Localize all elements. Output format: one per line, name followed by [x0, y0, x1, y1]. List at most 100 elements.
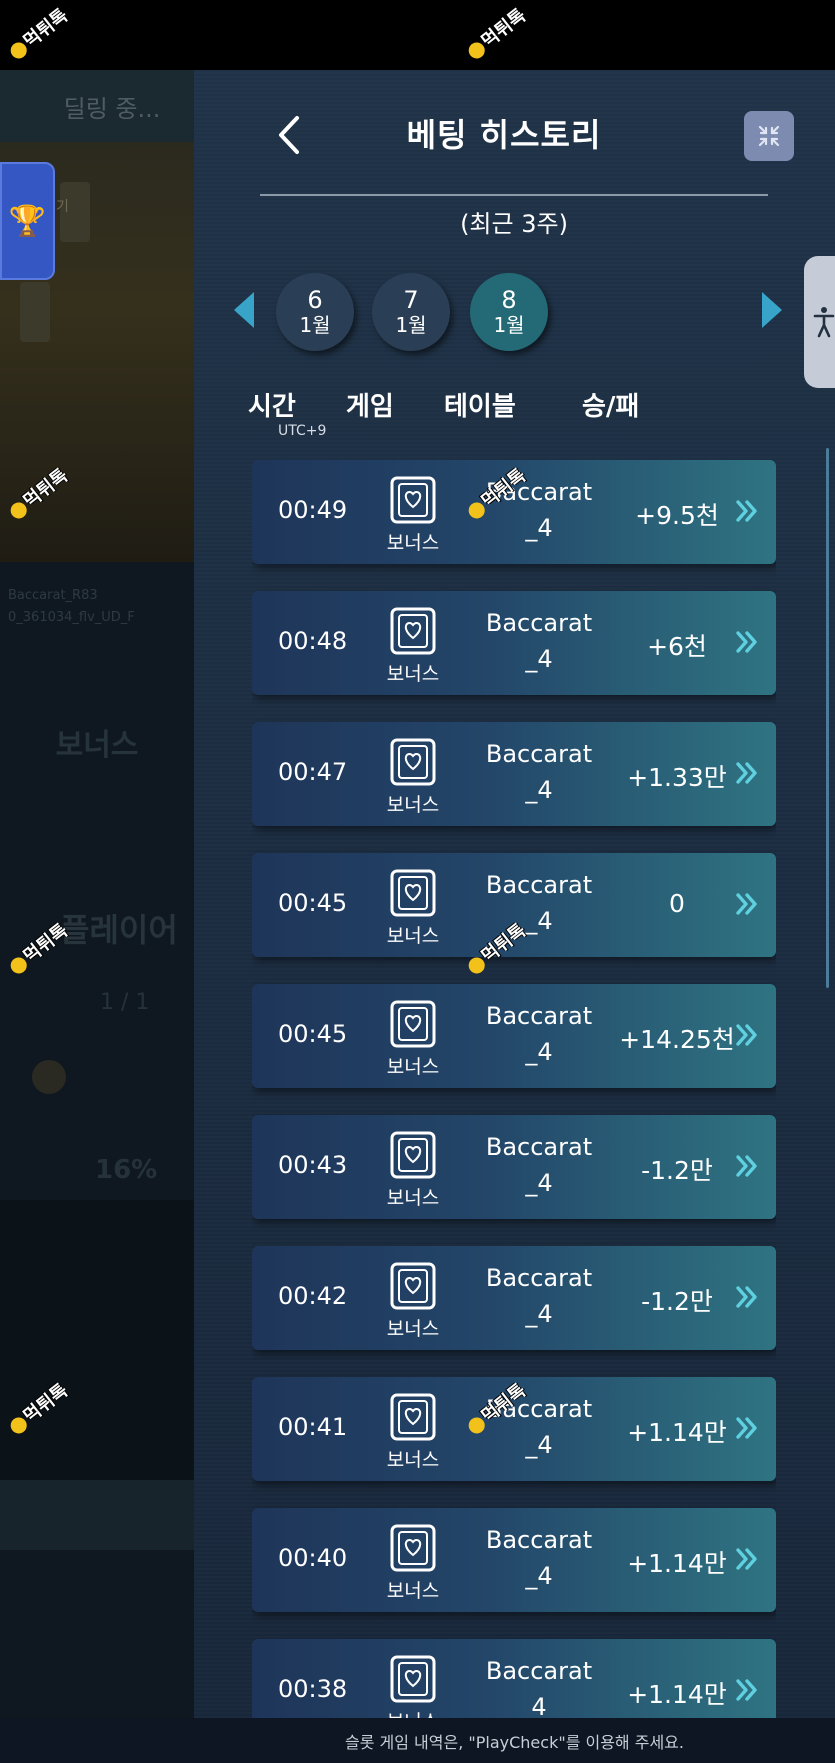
chevron-left-icon: [279, 116, 299, 154]
date-button[interactable]: 6 1월: [276, 273, 354, 351]
history-row[interactable]: 00:43 보너스 Baccarat _4 -1.2만: [252, 1115, 776, 1219]
next-date-arrow[interactable]: [762, 292, 782, 328]
card-heart-icon: [389, 606, 437, 656]
card-heart-icon: [389, 868, 437, 918]
row-result: +14.25천: [619, 1025, 735, 1054]
dark-strip: [0, 1200, 194, 1480]
history-row[interactable]: 00:48 보너스 Baccarat _4 +6천: [252, 591, 776, 695]
row-result: +1.14만: [627, 1680, 727, 1709]
row-game: 보너스: [386, 1580, 440, 1602]
row-table-suffix: _4: [525, 1431, 553, 1459]
row-time: 00:42: [278, 1282, 348, 1310]
date-month: 1월: [395, 313, 427, 337]
page-title: 베팅 히스토리: [406, 116, 602, 154]
double-chevron-right-icon[interactable]: [732, 889, 762, 919]
row-table-suffix: _4: [525, 645, 553, 673]
row-time: 00:47: [278, 758, 348, 786]
history-row[interactable]: 00:40 보너스 Baccarat _4 +1.14만: [252, 1508, 776, 1612]
ratio-label: 1 / 1: [100, 990, 150, 1015]
row-result: -1.2만: [641, 1287, 713, 1316]
row-table-suffix: _4: [525, 776, 553, 804]
date-button-selected[interactable]: 8 1월: [470, 273, 548, 351]
history-row[interactable]: 00:38 보너스 Baccarat 4 +1.14만: [252, 1639, 776, 1718]
history-row[interactable]: 00:47 보너스 Baccarat _4 +1.33만: [252, 722, 776, 826]
row-time: 00:40: [278, 1544, 348, 1572]
top-status-bar: [0, 0, 835, 70]
row-time: 00:41: [278, 1413, 348, 1441]
date-day: 7: [403, 286, 419, 314]
row-result: +1.14만: [627, 1549, 727, 1578]
row-game: 보너스: [386, 532, 440, 554]
card-heart-icon: [389, 1130, 437, 1180]
table-info: Baccarat_R83 0_361034_flv_UD_F: [8, 585, 135, 629]
row-result: +9.5천: [635, 501, 719, 530]
card-heart-icon: [389, 737, 437, 787]
collapse-button[interactable]: [744, 111, 794, 161]
collapse-arrows-icon: [758, 125, 780, 147]
table-info-line: 0_361034_flv_UD_F: [8, 610, 135, 625]
previous-date-arrow[interactable]: [234, 292, 254, 328]
column-header-time: 시간: [248, 392, 296, 422]
double-chevron-right-icon[interactable]: [732, 627, 762, 657]
row-result: -1.2만: [641, 1156, 713, 1185]
row-time: 00:45: [278, 1020, 348, 1048]
row-table-suffix: _4: [525, 1562, 553, 1590]
double-chevron-right-icon[interactable]: [732, 496, 762, 526]
row-table-suffix: 4: [531, 1693, 547, 1718]
row-table-suffix: _4: [525, 1300, 553, 1328]
background-game-area: 딜링 중... 🏆 기 Baccarat_R83 0_361034_flv_UD…: [0, 70, 194, 1718]
row-table-name: Baccarat: [485, 1264, 593, 1292]
double-chevron-right-icon[interactable]: [732, 1544, 762, 1574]
row-game: 보너스: [386, 794, 440, 816]
double-chevron-right-icon[interactable]: [732, 1675, 762, 1705]
row-game: 보너스: [386, 925, 440, 947]
double-chevron-right-icon[interactable]: [732, 1151, 762, 1181]
row-time: 00:45: [278, 889, 348, 917]
row-table-name: Baccarat: [485, 609, 593, 637]
history-list: 00:49 보너스 Baccarat _4 +9.5천 00:48 보너스 Baccarat _…: [252, 460, 776, 1718]
accessibility-button[interactable]: [804, 256, 835, 388]
card-heart-icon: [389, 999, 437, 1049]
player-label: 플레이어: [60, 911, 178, 949]
column-header-game: 게임: [346, 392, 394, 422]
double-chevron-right-icon[interactable]: [732, 1413, 762, 1443]
date-month: 1월: [493, 313, 525, 337]
double-chevron-right-icon[interactable]: [732, 758, 762, 788]
period-subtitle: (최근 3주): [460, 210, 568, 238]
row-time: 00:43: [278, 1151, 348, 1179]
row-table-name: Baccarat: [485, 1002, 593, 1030]
row-game: 보너스: [386, 1187, 440, 1209]
row-table-suffix: _4: [525, 514, 553, 542]
date-month: 1월: [299, 313, 331, 337]
row-game: 보너스: [372, 1707, 454, 1718]
card-heart-icon: [389, 1261, 437, 1311]
trophy-button[interactable]: 🏆: [0, 162, 55, 280]
row-table-name: Baccarat: [485, 1133, 593, 1161]
scroll-text: 기: [56, 199, 69, 215]
row-time: 00:38: [278, 1675, 348, 1703]
row-game: 보너스: [386, 1318, 440, 1340]
date-button[interactable]: 7 1월: [372, 273, 450, 351]
row-game: 보너스: [386, 1449, 440, 1471]
row-game: 보너스: [386, 1056, 440, 1078]
date-day: 6: [307, 286, 323, 314]
double-chevron-right-icon[interactable]: [732, 1282, 762, 1312]
row-result: +1.33만: [627, 763, 727, 792]
table-info-line: Baccarat_R83: [8, 588, 98, 603]
trophy-icon: 🏆: [8, 203, 47, 239]
row-table-name: Baccarat: [485, 740, 593, 768]
history-row[interactable]: 00:45 보너스 Baccarat _4 +14.25천: [252, 984, 776, 1088]
row-time: 00:49: [278, 496, 348, 524]
percent-label: 16%: [95, 1155, 158, 1185]
history-row[interactable]: 00:42 보너스 Baccarat _4 -1.2만: [252, 1246, 776, 1350]
back-button[interactable]: [269, 110, 309, 160]
accessibility-person-icon: [813, 307, 835, 338]
scrollbar[interactable]: [826, 448, 829, 988]
double-chevron-right-icon[interactable]: [732, 1020, 762, 1050]
row-table-name: Baccarat: [485, 871, 593, 899]
footer-note: 슬롯 게임 내역은, "PlayCheck"를 이용해 주세요.: [345, 1732, 684, 1752]
row-result: +6천: [647, 632, 707, 661]
card-heart-icon: [389, 1654, 437, 1704]
column-header-table: 테이블: [444, 392, 516, 422]
row-table-name: Baccarat: [485, 1526, 593, 1554]
